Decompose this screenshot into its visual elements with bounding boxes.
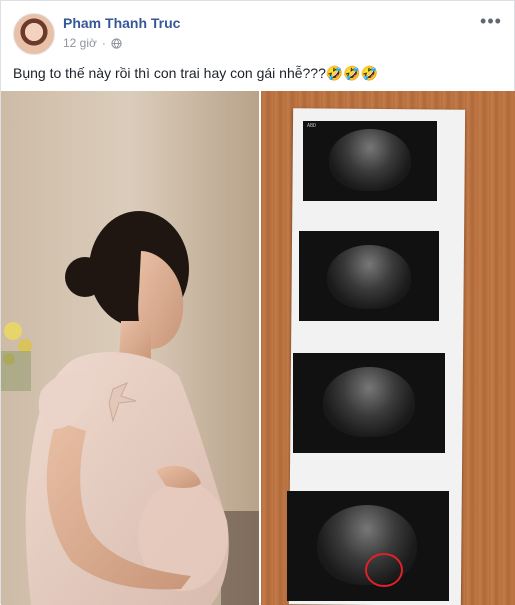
ultrasound-frame-1: ABD — [303, 121, 437, 201]
ultrasound-frame-4 — [287, 491, 449, 601]
more-options-icon[interactable]: ••• — [480, 11, 502, 31]
author-name[interactable]: Pham Thanh Truc — [63, 15, 180, 31]
ultrasound-frame-2 — [299, 231, 439, 321]
photo-grid: ABD — [1, 91, 515, 605]
pregnant-woman-illustration — [1, 91, 259, 605]
red-circle-mark — [365, 553, 403, 587]
post-meta: 12 giờ · — [63, 36, 122, 50]
timestamp[interactable]: 12 giờ — [63, 36, 97, 50]
post-card: Pham Thanh Truc 12 giờ · ••• Bụng to thế… — [0, 0, 515, 605]
photo-ultrasound-prints[interactable]: ABD — [261, 91, 515, 605]
post-text: Bụng to thế này rồi thì con trai hay con… — [13, 65, 379, 81]
photo-pregnant-woman[interactable] — [1, 91, 259, 605]
avatar[interactable] — [13, 13, 55, 55]
globe-icon[interactable] — [111, 37, 122, 49]
ultrasound-frame-3 — [293, 353, 445, 453]
